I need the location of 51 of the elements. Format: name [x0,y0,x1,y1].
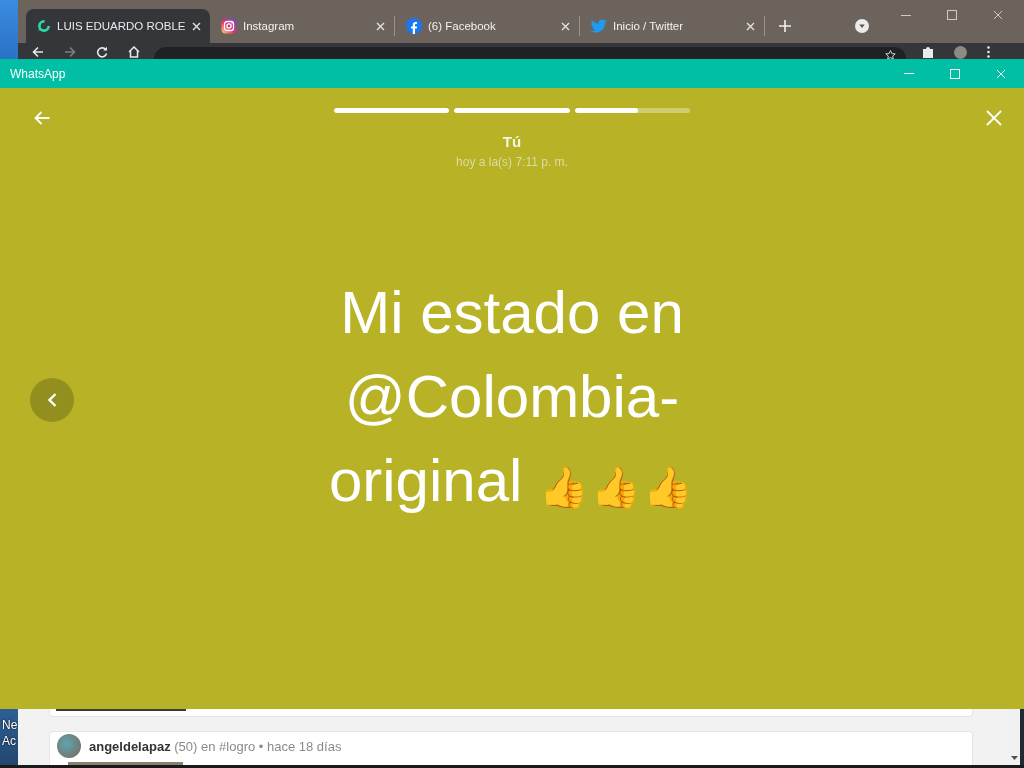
close-icon [375,21,385,31]
avatar-icon[interactable] [954,46,967,59]
desktop-background [0,0,18,59]
close-icon [993,10,1003,20]
close-tab-button[interactable] [744,20,756,32]
close-icon [745,21,755,31]
maximize-icon [950,68,960,79]
tab-title: Instagram [243,20,296,32]
minimize-icon [901,14,911,16]
scrollbar[interactable] [1008,709,1020,765]
more-menu-icon[interactable] [987,46,990,58]
star-icon[interactable] [885,50,896,60]
close-icon [192,21,202,31]
facebook-logo-icon [406,18,422,34]
puzzle-icon[interactable] [922,46,934,58]
chevron-left-icon [47,392,57,407]
swirl-logo-icon [37,18,52,34]
close-tab-button[interactable] [559,20,571,32]
window-title: WhatsApp [10,66,66,81]
tab-title: (6) Facebook [428,20,497,32]
close-icon [996,68,1006,79]
desktop-icon-label: Ne [1,718,18,733]
tab-title: LUIS EDUARDO ROBLE [57,20,186,32]
browser-tab[interactable]: Instagram [210,9,394,43]
close-icon [986,110,1002,126]
back-arrow-icon[interactable] [32,46,44,58]
browser-tab[interactable]: (6) Facebook [395,9,579,43]
tab-title: Inicio / Twitter [613,20,685,32]
caret-down-icon [1010,756,1018,760]
status-author: Tú [502,133,522,151]
minimize-icon [904,73,914,74]
status-time: hoy a la(s) 7:11 p. m. [456,155,568,170]
close-tab-button[interactable] [374,20,386,32]
browser-tab[interactable]: LUIS EDUARDO ROBLE [26,9,210,43]
dropdown-circle-icon [855,19,869,33]
close-tab-button[interactable] [191,20,202,32]
desktop-icon-label: Ac [1,734,17,749]
avatar-icon [57,734,81,758]
forward-arrow-icon[interactable] [64,46,76,58]
maximize-icon [947,10,957,20]
post-byline: angeldelapaz (50) en #logro • hace 18 días [89,738,342,754]
back-arrow-icon [34,111,50,125]
plus-icon [779,20,791,32]
reload-icon[interactable] [96,46,108,58]
close-icon [560,21,570,31]
previous-button[interactable] [30,377,74,422]
twitter-bird-icon [591,18,607,34]
instagram-logo-icon [221,18,237,34]
status-text: Mi estado en @Colombia-original 👍👍👍 [327,277,697,516]
browser-tab[interactable]: Inicio / Twitter [580,9,764,43]
home-icon[interactable] [128,46,140,58]
